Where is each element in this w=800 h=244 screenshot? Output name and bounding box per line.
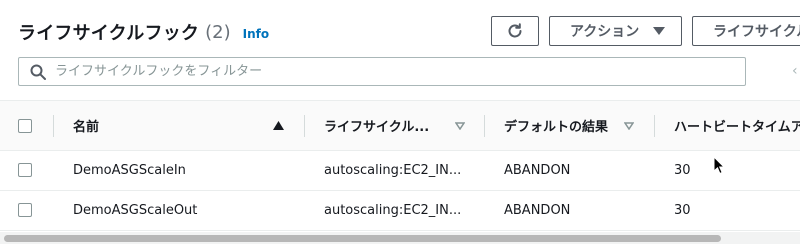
search-icon <box>29 63 47 81</box>
column-header-default-result[interactable]: デフォルトの結果 <box>504 101 624 150</box>
previous-page-icon[interactable]: ‹ <box>792 63 798 79</box>
lifecycle-hooks-panel: ライフサイクルフック (2) Info アクション ライフサイクルフックを作成 … <box>0 0 800 244</box>
column-label: 名前 <box>73 120 100 135</box>
column-header-heartbeat-timeout[interactable]: ハートビートタイムアウト <box>674 101 800 150</box>
actions-dropdown-button[interactable]: アクション <box>549 16 682 46</box>
row-checkbox[interactable] <box>18 163 32 177</box>
cell-name: DemoASGScaleOut <box>73 203 198 218</box>
cell-heartbeat: 30 <box>674 203 691 218</box>
select-all-checkbox[interactable] <box>18 119 32 133</box>
column-header-transition[interactable]: ライフサイクル... <box>324 101 444 150</box>
column-divider <box>53 115 54 137</box>
create-lifecycle-hook-button[interactable]: ライフサイクルフックを作成 <box>692 16 800 46</box>
item-count: (2) <box>205 21 231 43</box>
caret-down-icon <box>653 27 666 35</box>
mouse-cursor-icon <box>713 156 725 175</box>
sortable-icon[interactable] <box>454 120 466 133</box>
table-header: 名前 ライフサイクル... デフォルトの結果 ハートビートタイムアウト <box>0 100 800 151</box>
table-row[interactable]: DemoASGScaleOut autoscaling:EC2_IN... AB… <box>0 191 800 231</box>
column-label: デフォルトの結果 <box>504 120 609 135</box>
sort-ascending-icon[interactable] <box>273 120 284 133</box>
refresh-icon <box>508 23 522 38</box>
column-label: ライフサイクル... <box>324 120 430 135</box>
column-header-name[interactable]: 名前 <box>73 101 253 150</box>
cell-transition: autoscaling:EC2_IN... <box>324 203 462 218</box>
scrollbar-thumb[interactable] <box>4 235 721 242</box>
filter-input[interactable] <box>55 64 735 79</box>
table-row[interactable]: DemoASGScaleIn autoscaling:EC2_IN... ABA… <box>0 151 800 191</box>
column-divider <box>484 115 485 137</box>
cell-default-result: ABANDON <box>504 203 571 218</box>
panel-header: ライフサイクルフック (2) Info <box>18 18 269 46</box>
cell-heartbeat: 30 <box>674 163 691 178</box>
cell-default-result: ABANDON <box>504 163 571 178</box>
cell-transition: autoscaling:EC2_IN... <box>324 163 462 178</box>
actions-button-label: アクション <box>570 24 640 40</box>
row-checkbox[interactable] <box>18 203 32 217</box>
filter-box[interactable] <box>18 57 746 86</box>
column-divider <box>304 115 305 137</box>
create-button-label: ライフサイクルフックを作成 <box>713 24 800 40</box>
refresh-button[interactable] <box>491 16 539 46</box>
column-divider <box>654 115 655 137</box>
info-link[interactable]: Info <box>243 27 269 41</box>
cell-name: DemoASGScaleIn <box>73 163 186 178</box>
column-label: ハートビートタイムアウト <box>674 120 800 135</box>
sortable-icon[interactable] <box>623 120 635 133</box>
page-title: ライフサイクルフック <box>18 23 200 44</box>
